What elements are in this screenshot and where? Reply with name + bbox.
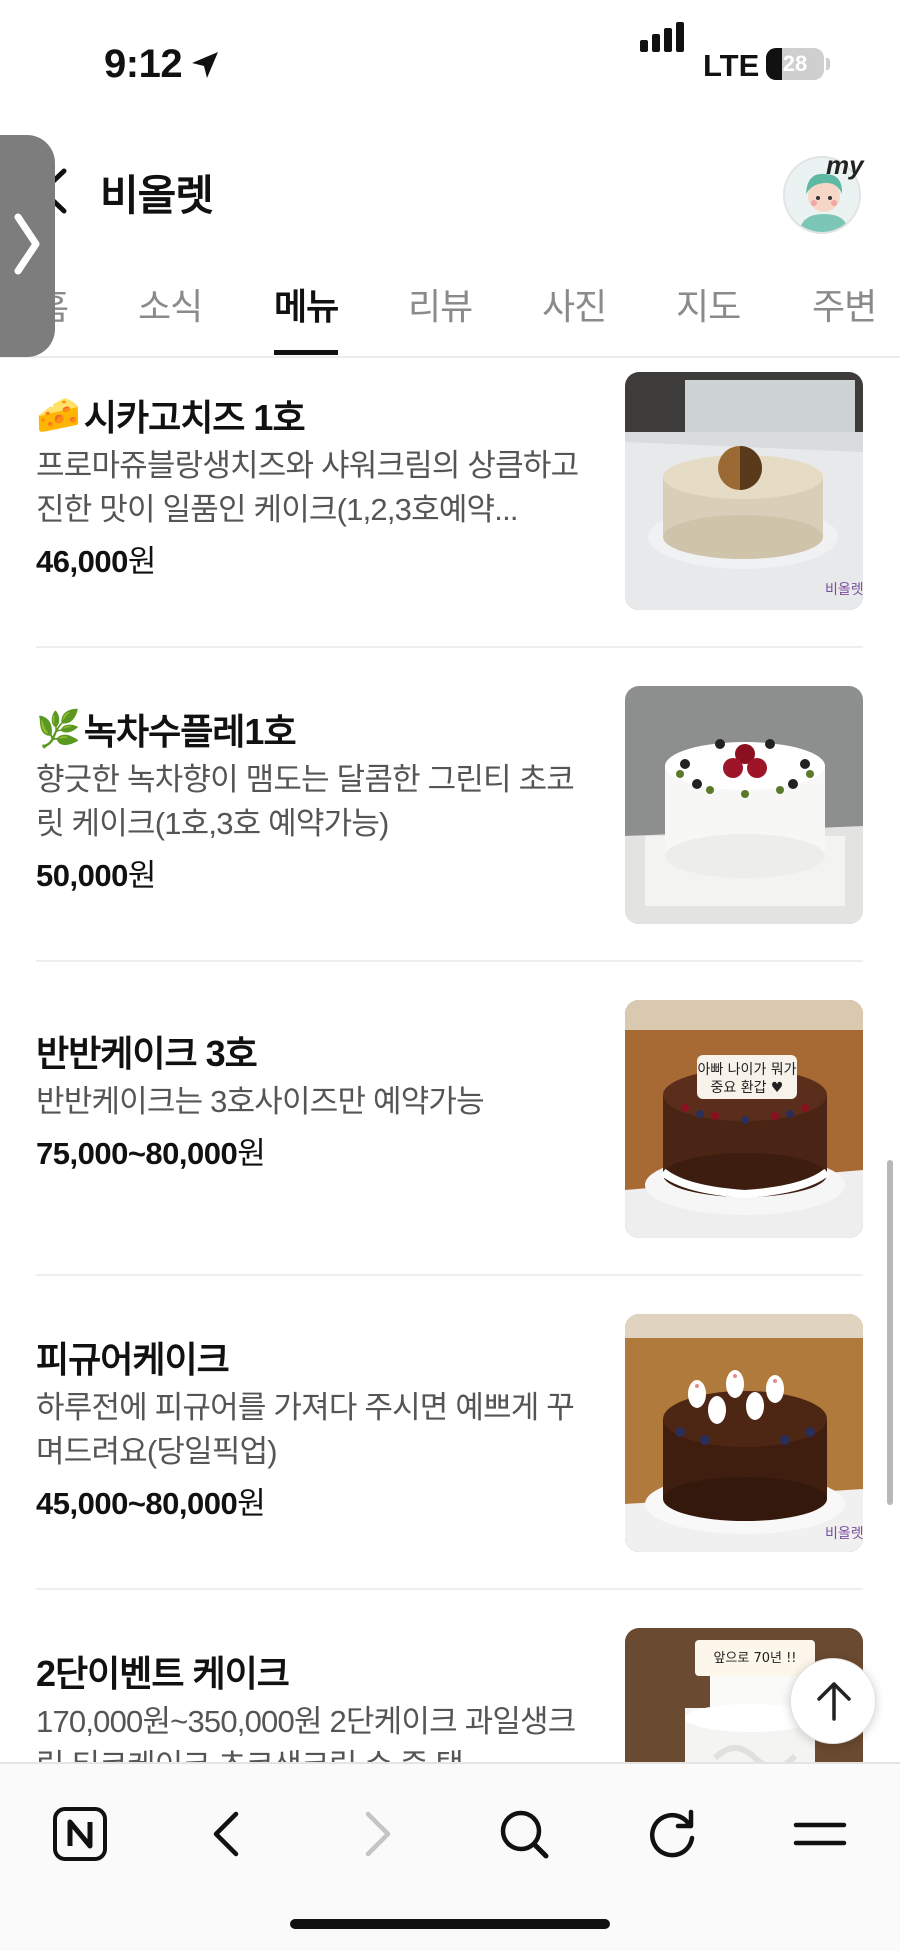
menu-item[interactable]: 2단이벤트 케이크 170,000원~350,000원 2단케이크 과일생크림,… [0,1616,900,1762]
tab-news[interactable]: 소식 [138,278,203,330]
menu-item-text: 🧀 시카고치즈 1호 프로마쥬블랑생치즈와 샤워크림의 상큼하고 진한 맛이 일… [36,390,586,581]
menu-item-price: 75,000~80,000원 [36,1128,586,1173]
menu-item-price-unit: 원 [237,1486,266,1521]
side-drawer-handle[interactable] [0,135,55,357]
herb-emoji-icon: 🌿 [36,708,81,749]
green-tea-cake-photo [625,686,863,924]
location-arrow-icon [192,52,218,78]
menu-item-price-number: 46,000 [36,544,128,579]
menu-item-text: 반반케이크 3호 반반케이크는 3호사이즈만 예약가능 75,000~80,00… [36,1026,586,1173]
active-tab-indicator [274,350,338,355]
cheese-emoji-icon: 🧀 [36,394,81,435]
menu-item-price-number: 45,000~80,000 [36,1486,238,1521]
menu-item-price: 46,000원 [36,536,586,581]
menu-item-price-number: 75,000~80,000 [36,1136,238,1171]
refresh-button[interactable] [632,1794,712,1874]
menu-item-title: 시카고치즈 1호 [83,397,306,438]
svg-text:앞으로 70년 !!: 앞으로 70년 !! [713,1651,796,1666]
tab-nearby[interactable]: 주변 [812,278,877,330]
battery-text: 28 [782,51,808,76]
menu-item-text: 🌿 녹차수플레1호 향긋한 녹차향이 맴도는 달콤한 그린티 초코릿 케이크(1… [36,704,586,895]
menu-item-photo[interactable]: 비올렛 [625,372,863,610]
tab-map[interactable]: 지도 [676,278,741,330]
naver-home-button[interactable] [40,1794,120,1874]
status-time: 9:12 [104,42,183,86]
menu-item[interactable]: 🌿 녹차수플레1호 향긋한 녹차향이 맴도는 달콤한 그린티 초코릿 케이크(1… [0,674,900,988]
back-icon [213,1811,239,1857]
menu-item-description: 반반케이크는 3호사이즈만 예약가능 [36,1084,485,1119]
menu-item-price-unit: 원 [127,858,157,893]
list-divider [36,960,863,962]
menu-item[interactable]: 반반케이크 3호 반반케이크는 3호사이즈만 예약가능 75,000~80,00… [0,988,900,1302]
menu-item[interactable]: 🧀 시카고치즈 1호 프로마쥬블랑생치즈와 샤워크림의 상큼하고 진한 맛이 일… [0,360,900,674]
forward-icon [365,1811,391,1857]
battery-cap [826,58,830,70]
search-button[interactable] [484,1794,564,1874]
tab-bar: 홈 소식 메뉴 리뷰 사진 지도 주변 [0,268,900,358]
menu-item-name: 🧀 시카고치즈 1호 [36,390,586,440]
menu-item-price-number: 50,000 [36,858,128,893]
scrollbar[interactable] [887,1160,893,1505]
menu-item-name: 2단이벤트 케이크 [36,1646,586,1696]
chocolate-half-cake-photo: 아빠 나이가 뭐가 중요 환갑 ♥ [625,1000,863,1238]
status-bar: 9:12 LTE 28 [0,0,900,130]
menu-item-name: 🌿 녹차수플레1호 [36,704,586,754]
menu-button[interactable] [780,1794,860,1874]
home-indicator [290,1919,610,1929]
refresh-icon [650,1809,695,1858]
naver-n-icon [53,1807,107,1861]
list-divider [36,646,863,648]
tab-photos[interactable]: 사진 [542,278,607,330]
menu-item-description: 하루전에 피규어를 가져다 주시면 예쁘게 꾸며드려요(당일픽업) [36,1390,575,1469]
menu-item-price: 50,000원 [36,850,586,895]
chevron-right-icon [14,213,40,275]
cheesecake-photo: 비올렛 [625,372,863,610]
menu-item-text: 2단이벤트 케이크 170,000원~350,000원 2단케이크 과일생크림,… [36,1646,586,1762]
menu-item-price-unit: 원 [127,544,157,579]
menu-item-photo[interactable]: 아빠 나이가 뭐가 중요 환갑 ♥ [625,1000,863,1238]
menu-icon [793,1822,847,1846]
place-header: 비올렛 [0,140,900,240]
menu-item-name: 피규어케이크 [36,1332,586,1382]
menu-item-title: 2단이벤트 케이크 [36,1653,290,1694]
menu-item-title: 반반케이크 3호 [36,1033,258,1074]
figure-cake-photo: 비올렛 [625,1314,863,1552]
battery-icon: 28 [766,48,824,80]
menu-item-price-unit: 원 [237,1136,266,1171]
list-divider [36,1274,863,1276]
menu-item-price: 45,000~80,000원 [36,1478,586,1523]
page-title: 비올렛 [100,172,214,219]
list-divider [36,1588,863,1590]
menu-item-text: 피규어케이크 하루전에 피규어를 가져다 주시면 예쁘게 꾸며드려요(당일픽업)… [36,1332,586,1523]
menu-item-description: 프로마쥬블랑생치즈와 샤워크림의 상큼하고 진한 맛이 일품인 케이크(1,2,… [36,448,579,527]
arrow-up-icon [817,1682,851,1721]
search-icon [500,1810,549,1859]
svg-text:비올렛: 비올렛 [825,1526,863,1542]
menu-item-name: 반반케이크 3호 [36,1026,586,1076]
menu-item-photo[interactable] [625,686,863,924]
tab-menu[interactable]: 메뉴 [274,278,339,330]
browser-toolbar [0,1762,900,1951]
avatar-my-badge: my [826,150,864,180]
menu-list: 🧀 시카고치즈 1호 프로마쥬블랑생치즈와 샤워크림의 상큼하고 진한 맛이 일… [0,360,900,1762]
menu-item-photo[interactable]: 비올렛 [625,1314,863,1552]
svg-text:아빠 나이가 뭐가: 아빠 나이가 뭐가 [697,1062,796,1078]
svg-text:비올렛: 비올렛 [825,582,863,598]
menu-item-description: 170,000원~350,000원 2단케이크 과일생크림,티코케이크,초코생크… [36,1704,576,1762]
menu-item-description: 향긋한 녹차향이 맴도는 달콤한 그린티 초코릿 케이크(1호,3호 예약가능) [36,762,575,841]
menu-item-title: 녹차수플레1호 [83,711,297,752]
menu-item-title: 피규어케이크 [36,1339,230,1380]
scroll-to-top-button[interactable] [790,1658,876,1744]
tab-reviews[interactable]: 리뷰 [408,278,473,330]
network-label: LTE [703,48,760,83]
browser-back-button[interactable] [188,1794,268,1874]
browser-forward-button[interactable] [336,1794,416,1874]
menu-item[interactable]: 피규어케이크 하루전에 피규어를 가져다 주시면 예쁘게 꾸며드려요(당일픽업)… [0,1302,900,1616]
svg-text:중요 환갑 ♥: 중요 환갑 ♥ [711,1080,784,1096]
